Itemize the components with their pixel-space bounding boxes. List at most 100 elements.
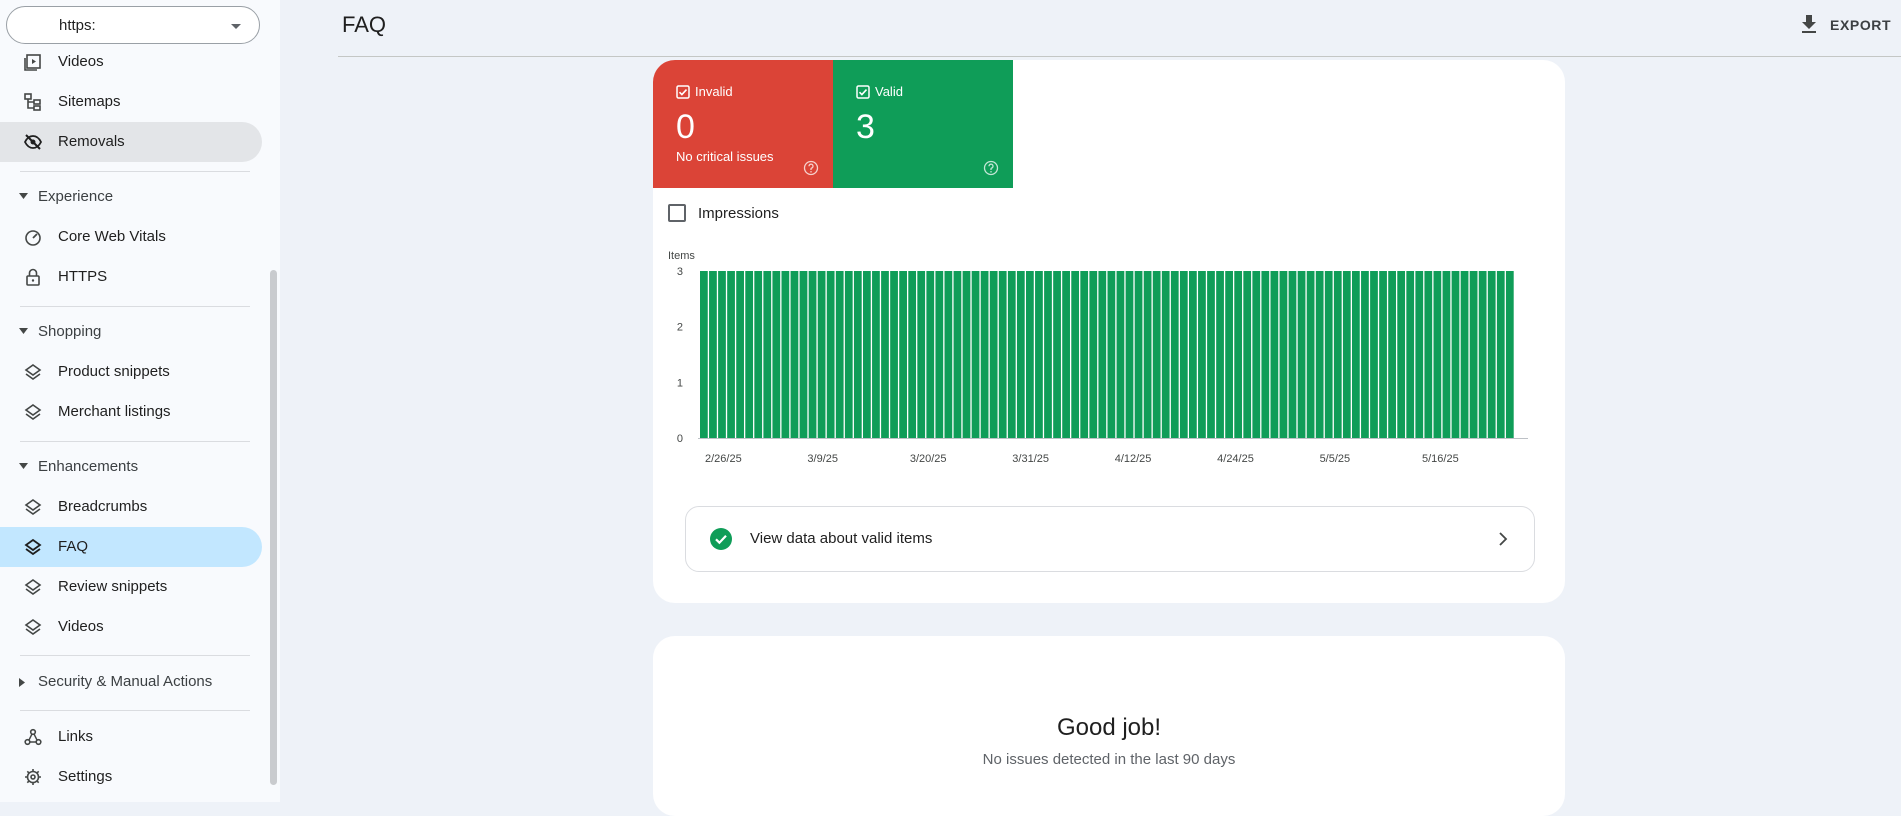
chart-bar[interactable] — [1352, 271, 1360, 438]
chart-bar[interactable] — [1098, 271, 1107, 438]
chart-bar[interactable] — [1143, 271, 1152, 438]
chart-bar[interactable] — [1198, 271, 1206, 438]
sidebar-item-breadcrumbs[interactable]: Breadcrumbs — [0, 487, 262, 527]
chart-bar[interactable] — [1406, 271, 1415, 438]
export-button[interactable]: EXPORT — [1800, 14, 1891, 36]
chart-bar[interactable] — [1315, 271, 1324, 438]
chart-bar[interactable] — [971, 271, 980, 438]
chart-bar[interactable] — [700, 271, 708, 438]
chart-bar[interactable] — [1433, 271, 1442, 438]
help-icon[interactable] — [803, 160, 819, 176]
chart-bar[interactable] — [826, 271, 835, 438]
chart-bar[interactable] — [1062, 271, 1070, 438]
chart-bar[interactable] — [1469, 271, 1478, 438]
impressions-checkbox[interactable] — [668, 204, 686, 222]
chart-bar[interactable] — [998, 271, 1007, 438]
chart-bar[interactable] — [1388, 271, 1396, 438]
chart-bar[interactable] — [1397, 271, 1406, 438]
chart-bar[interactable] — [926, 271, 935, 438]
chart-bar[interactable] — [1170, 271, 1179, 438]
chart-bar[interactable] — [781, 271, 790, 438]
chart-bar[interactable] — [1016, 271, 1025, 438]
sidebar-item-links[interactable]: Links — [0, 717, 262, 757]
section-security-manual-actions[interactable]: Security & Manual Actions — [0, 664, 262, 700]
chart-bar[interactable] — [1089, 271, 1098, 438]
chart-bar[interactable] — [1225, 271, 1233, 438]
chart-bar[interactable] — [1234, 271, 1243, 438]
chart-bar[interactable] — [1179, 271, 1188, 438]
sidebar-item-core-web-vitals[interactable]: Core Web Vitals — [0, 217, 262, 257]
chart-bar[interactable] — [1505, 271, 1514, 438]
chart-bar[interactable] — [908, 271, 917, 438]
chart-bar[interactable] — [1379, 271, 1387, 438]
chart-bar[interactable] — [736, 271, 744, 438]
chart-bar[interactable] — [1134, 271, 1143, 438]
view-valid-items-link[interactable]: View data about valid items — [685, 506, 1535, 572]
chart-bar[interactable] — [962, 271, 971, 438]
chart-bar[interactable] — [1460, 271, 1469, 438]
chart-bar[interactable] — [1270, 271, 1279, 438]
chart-bar[interactable] — [790, 271, 799, 438]
chart-bar[interactable] — [1252, 271, 1261, 438]
section-enhancements[interactable]: Enhancements — [0, 449, 262, 485]
chart-bar[interactable] — [1306, 271, 1315, 438]
chart-bar[interactable] — [1080, 271, 1089, 438]
chart-bar[interactable] — [772, 271, 781, 438]
valid-tile[interactable]: Valid 3 — [833, 60, 1013, 188]
chart-bar[interactable] — [1125, 271, 1134, 438]
chart-bar[interactable] — [718, 271, 726, 438]
sidebar-item-settings[interactable]: Settings — [0, 757, 262, 797]
sidebar-item-faq[interactable]: FAQ — [0, 527, 262, 567]
chart-bar[interactable] — [935, 271, 944, 438]
chart-bar[interactable] — [709, 271, 717, 438]
chart-bar[interactable] — [1424, 271, 1433, 438]
sidebar-item-sitemaps[interactable]: Sitemaps — [0, 82, 262, 122]
chart-bar[interactable] — [944, 271, 953, 438]
sidebar-item-product-snippets[interactable]: Product snippets — [0, 352, 262, 392]
chart-bar[interactable] — [1053, 271, 1061, 438]
chart-bar[interactable] — [872, 271, 880, 438]
chart-bar[interactable] — [1044, 271, 1052, 438]
chart-bar[interactable] — [1026, 271, 1034, 438]
chart-bar[interactable] — [727, 271, 735, 438]
chart-bar[interactable] — [1442, 271, 1451, 438]
chart-bar[interactable] — [1007, 271, 1016, 438]
chart-bar[interactable] — [1288, 271, 1297, 438]
chart-bar[interactable] — [844, 271, 853, 438]
sidebar-item-merchant-listings[interactable]: Merchant listings — [0, 392, 262, 432]
chart-bar[interactable] — [754, 271, 763, 438]
chart-bar[interactable] — [1107, 271, 1116, 438]
chart-bar[interactable] — [1451, 271, 1460, 438]
chart-bar[interactable] — [1152, 271, 1161, 438]
sidebar-item-review-snippets[interactable]: Review snippets — [0, 567, 262, 607]
property-selector[interactable]: https: — [6, 6, 260, 44]
chart-bar[interactable] — [1216, 271, 1224, 438]
chart-bar[interactable] — [1189, 271, 1197, 438]
chart-bar[interactable] — [1496, 271, 1505, 438]
chart-bar[interactable] — [1415, 271, 1424, 438]
chart-bar[interactable] — [1478, 271, 1487, 438]
chart-bar[interactable] — [917, 271, 926, 438]
chart-bar[interactable] — [1116, 271, 1125, 438]
chart-bar[interactable] — [1161, 271, 1170, 438]
chart-bar[interactable] — [799, 271, 808, 438]
chart-bar[interactable] — [1261, 271, 1270, 438]
chart-bar[interactable] — [953, 271, 962, 438]
sidebar-item-https[interactable]: HTTPS — [0, 257, 262, 297]
chart-bar[interactable] — [1243, 271, 1252, 438]
sidebar-item-removals[interactable]: Removals — [0, 122, 262, 162]
section-shopping[interactable]: Shopping — [0, 314, 262, 350]
chart-bar[interactable] — [1297, 271, 1306, 438]
chart-bar[interactable] — [890, 271, 898, 438]
help-icon[interactable] — [983, 160, 999, 176]
chart-bar[interactable] — [808, 271, 817, 438]
chart-bar[interactable] — [881, 271, 889, 438]
chart-bar[interactable] — [853, 271, 862, 438]
chart-bar[interactable] — [1324, 271, 1333, 438]
sidebar-item-videos[interactable]: Videos — [0, 42, 262, 82]
chart-bar[interactable] — [835, 271, 844, 438]
chart-bar[interactable] — [1342, 271, 1351, 438]
chart-bar[interactable] — [1361, 271, 1369, 438]
chart-bar[interactable] — [1207, 271, 1215, 438]
chart-bar[interactable] — [1071, 271, 1080, 438]
